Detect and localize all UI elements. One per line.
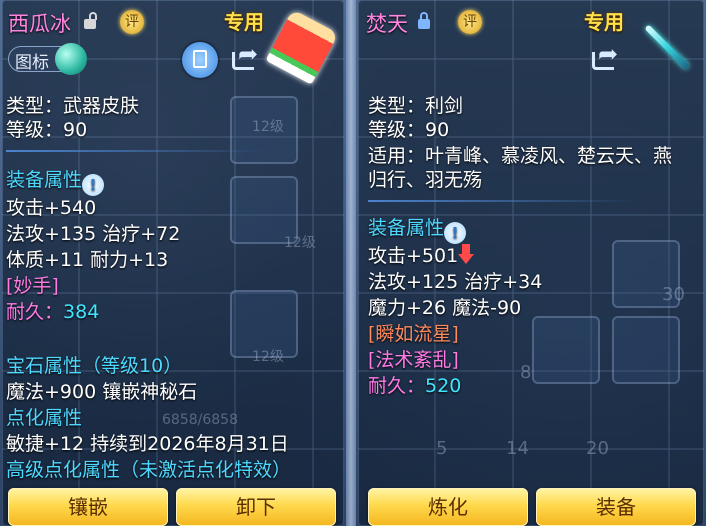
sword-item-icon <box>644 24 688 68</box>
separator <box>368 200 638 202</box>
exclusive-tag: 专用 <box>224 10 264 34</box>
refine-title: 点化属性 <box>6 407 83 429</box>
info-icon[interactable]: ! <box>444 222 467 244</box>
bg-count: 30 <box>662 284 685 305</box>
bg-count: 8 <box>520 362 532 383</box>
bg-level-label: 12级 <box>252 349 284 365</box>
durability: 耐久：520 <box>368 375 462 397</box>
bg-level-label: 12级 <box>252 119 284 135</box>
item-name: 西瓜冰 <box>8 12 71 36</box>
item-level: 等级：90 <box>368 119 450 141</box>
durability: 耐久：384 <box>6 301 100 323</box>
separator <box>6 150 266 152</box>
magic-heal-stat: 法攻+135 治疗+72 <box>6 223 181 245</box>
con-end-stat: 体质+11 耐力+13 <box>6 249 169 271</box>
attack-stat: 攻击+501 <box>368 244 475 268</box>
ping-badge-icon[interactable]: 评 <box>120 10 144 34</box>
icon-toggle[interactable]: 图标 <box>8 43 87 75</box>
equip-attr-title: 装备属性! <box>368 216 467 244</box>
refine-stat: 敏捷+12 持续到2026年8月31日 <box>6 433 289 455</box>
bg-hp-label: 6858/6858 <box>162 412 238 428</box>
item-type: 类型：利剑 <box>368 95 464 117</box>
bg-level-label: 12级 <box>284 235 316 251</box>
adv-refine-title: 高级点化属性（未激活点化特效） <box>6 459 292 481</box>
magic-heal-stat: 法攻+125 治疗+34 <box>368 271 543 293</box>
applicable-line-2: 归行、羽无殇 <box>368 169 483 191</box>
toggle-knob <box>55 43 87 75</box>
special-effect-2: [法术紊乱] <box>368 349 459 371</box>
arrow-down-icon <box>458 244 475 266</box>
attack-stat: 攻击+540 <box>6 197 97 219</box>
bg-count: 5 <box>436 438 448 459</box>
equip-button[interactable]: 装备 <box>536 488 696 526</box>
mag-magic-stat: 魔力+26 魔法-90 <box>368 297 522 319</box>
icon-toggle-label: 图标 <box>15 53 49 73</box>
info-icon[interactable]: ! <box>82 174 105 196</box>
item-level: 等级：90 <box>6 119 88 141</box>
gem-attr-title: 宝石属性（等级10） <box>6 355 183 377</box>
equip-attr-title: 装备属性! <box>6 168 105 196</box>
special-effect-1: [瞬如流星] <box>368 323 459 345</box>
applicable-line-1: 适用：叶青峰、慕凌风、楚云天、燕 <box>368 145 673 167</box>
inlay-button[interactable]: 镶嵌 <box>8 488 168 526</box>
share-icon[interactable] <box>228 40 264 78</box>
special-effect: [妙手] <box>6 275 59 297</box>
share-icon[interactable] <box>588 40 624 78</box>
panel-divider <box>346 0 356 526</box>
item-name: 焚天 <box>366 12 408 36</box>
bookmark-icon[interactable] <box>182 42 218 78</box>
unequip-button[interactable]: 卸下 <box>176 488 336 526</box>
refine-button[interactable]: 炼化 <box>368 488 528 526</box>
bg-slot <box>532 316 600 384</box>
bg-count: 20 <box>586 438 609 459</box>
gem-stat: 魔法+900 镶嵌神秘石 <box>6 381 198 403</box>
unlock-icon[interactable] <box>84 12 97 29</box>
lock-icon[interactable] <box>418 12 430 29</box>
exclusive-tag: 专用 <box>584 10 624 34</box>
item-type: 类型：武器皮肤 <box>6 95 140 117</box>
bg-slot <box>612 316 680 384</box>
bg-count: 14 <box>506 438 529 459</box>
ping-badge-icon[interactable]: 评 <box>458 10 482 34</box>
